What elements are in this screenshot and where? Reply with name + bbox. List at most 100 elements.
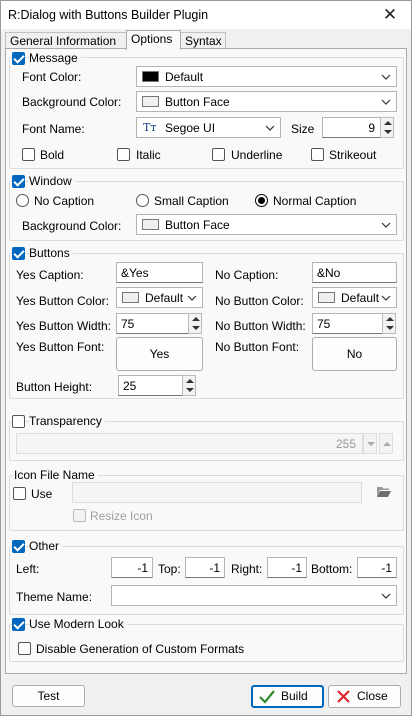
font-name-value: Segoe UI bbox=[165, 121, 216, 135]
chevron-down-icon bbox=[381, 222, 391, 228]
checkmark-icon bbox=[259, 690, 275, 704]
buttons-group-label: Buttons bbox=[29, 246, 73, 260]
no-button-width-spinner[interactable] bbox=[382, 313, 396, 334]
other-checkbox[interactable] bbox=[12, 540, 25, 553]
yes-button-width-label: Yes Button Width: bbox=[16, 319, 111, 333]
modern-look-checkbox[interactable] bbox=[12, 618, 25, 631]
chevron-down-icon bbox=[381, 99, 391, 105]
no-caption-text-label: No Caption: bbox=[215, 268, 279, 282]
tab-syntax[interactable]: Syntax bbox=[180, 32, 226, 49]
tab-general-information[interactable]: General Information bbox=[5, 32, 127, 49]
left-label: Left: bbox=[16, 562, 40, 576]
buttons-checkbox[interactable] bbox=[12, 247, 25, 260]
small-caption-label: Small Caption bbox=[154, 194, 229, 208]
no-button-color-label: No Button Color: bbox=[215, 294, 304, 308]
yes-caption-input[interactable]: &Yes bbox=[116, 262, 203, 283]
yes-button-color-combo[interactable]: Default bbox=[116, 287, 203, 308]
chevron-down-icon bbox=[381, 74, 391, 80]
window-title: R:Dialog with Buttons Builder Plugin bbox=[8, 8, 209, 22]
normal-caption-label: Normal Caption bbox=[273, 194, 357, 208]
test-button[interactable]: Test bbox=[12, 685, 85, 707]
font-color-value: Default bbox=[165, 70, 204, 84]
message-checkbox[interactable] bbox=[12, 52, 25, 65]
icon-path-input[interactable] bbox=[72, 482, 362, 503]
close-button[interactable]: Close bbox=[328, 685, 401, 708]
font-color-combo[interactable]: Default bbox=[136, 66, 397, 87]
yes-button-font-label: Yes Button Font: bbox=[16, 340, 105, 354]
theme-name-combo[interactable] bbox=[111, 585, 397, 606]
size-label: Size bbox=[291, 122, 315, 136]
right-label: Right: bbox=[231, 562, 263, 576]
transparency-value-input[interactable]: 255 bbox=[16, 433, 363, 454]
disable-custom-formats-checkbox[interactable] bbox=[18, 642, 31, 655]
background-color-swatch bbox=[142, 219, 159, 230]
font-name-label: Font Name: bbox=[22, 122, 85, 136]
yes-button-width-input[interactable]: 75 bbox=[116, 313, 189, 334]
use-icon-label: Use bbox=[31, 487, 53, 501]
transparency-checkbox[interactable] bbox=[12, 415, 25, 428]
right-input[interactable]: -1 bbox=[267, 557, 307, 578]
chevron-down-icon bbox=[187, 295, 197, 301]
left-input[interactable]: -1 bbox=[111, 557, 153, 578]
tab-strip: General Information Options Syntax bbox=[5, 30, 407, 50]
yes-button-width-spinner[interactable] bbox=[188, 313, 202, 334]
font-size-spinner[interactable] bbox=[380, 117, 394, 138]
window-background-color-combo[interactable]: Button Face bbox=[136, 214, 397, 235]
top-input[interactable]: -1 bbox=[185, 557, 225, 578]
close-window-icon[interactable]: ✕ bbox=[379, 4, 401, 26]
underline-checkbox[interactable] bbox=[212, 148, 225, 161]
resize-icon-checkbox[interactable] bbox=[73, 509, 86, 522]
disable-custom-formats-label: Disable Generation of Custom Formats bbox=[36, 642, 245, 656]
other-group-label: Other bbox=[29, 539, 63, 553]
no-button-width-input[interactable]: 75 bbox=[312, 313, 383, 334]
yes-caption-label: Yes Caption: bbox=[16, 268, 84, 282]
bold-checkbox[interactable] bbox=[22, 148, 35, 161]
test-button-label: Test bbox=[37, 689, 60, 703]
top-label: Top: bbox=[158, 562, 181, 576]
message-background-color-label: Background Color: bbox=[22, 95, 122, 109]
italic-checkbox[interactable] bbox=[117, 148, 130, 161]
title-bar: R:Dialog with Buttons Builder Plugin ✕ bbox=[1, 1, 411, 29]
tab-options[interactable]: Options bbox=[126, 30, 181, 50]
theme-name-label: Theme Name: bbox=[16, 590, 93, 604]
no-button-color-combo[interactable]: Default bbox=[312, 287, 397, 308]
no-caption-input[interactable]: &No bbox=[312, 262, 397, 283]
underline-label: Underline bbox=[231, 148, 283, 162]
yes-font-button[interactable]: Yes bbox=[116, 337, 203, 371]
tab-label: Syntax bbox=[185, 34, 222, 48]
message-group-label: Message bbox=[29, 51, 81, 65]
font-color-swatch bbox=[142, 71, 159, 82]
no-font-button[interactable]: No bbox=[312, 337, 397, 371]
yes-button-color-label: Yes Button Color: bbox=[16, 294, 109, 308]
bottom-label: Bottom: bbox=[311, 562, 353, 576]
use-icon-checkbox[interactable] bbox=[13, 487, 26, 500]
no-button-color-value: Default bbox=[341, 291, 380, 305]
button-height-spinner[interactable] bbox=[182, 375, 196, 396]
strikeout-checkbox[interactable] bbox=[311, 148, 324, 161]
normal-caption-radio[interactable] bbox=[255, 194, 268, 207]
close-button-label: Close bbox=[357, 689, 388, 703]
build-button-label: Build bbox=[281, 689, 308, 703]
chevron-down-icon bbox=[381, 295, 391, 301]
transparency-down-button[interactable] bbox=[363, 433, 377, 454]
font-size-input[interactable]: 9 bbox=[322, 117, 382, 138]
italic-label: Italic bbox=[136, 148, 161, 162]
window-background-color-label: Background Color: bbox=[22, 219, 122, 233]
small-caption-radio[interactable] bbox=[136, 194, 149, 207]
background-color-swatch bbox=[142, 96, 159, 107]
build-button[interactable]: Build bbox=[251, 685, 324, 708]
color-swatch bbox=[318, 292, 335, 303]
folder-open-icon[interactable] bbox=[376, 485, 392, 499]
no-caption-radio[interactable] bbox=[16, 194, 29, 207]
no-button-width-label: No Button Width: bbox=[215, 319, 306, 333]
no-button-font-label: No Button Font: bbox=[215, 340, 300, 354]
message-background-color-combo[interactable]: Button Face bbox=[136, 91, 397, 112]
tab-label: Options bbox=[131, 32, 173, 46]
font-name-combo[interactable]: Tт Segoe UI bbox=[136, 117, 281, 138]
resize-icon-label: Resize Icon bbox=[90, 509, 153, 523]
icon-file-group-label: Icon File Name bbox=[14, 468, 98, 482]
window-checkbox[interactable] bbox=[12, 175, 25, 188]
bottom-input[interactable]: -1 bbox=[357, 557, 397, 578]
transparency-up-button[interactable] bbox=[379, 433, 393, 454]
button-height-input[interactable]: 25 bbox=[118, 375, 183, 396]
